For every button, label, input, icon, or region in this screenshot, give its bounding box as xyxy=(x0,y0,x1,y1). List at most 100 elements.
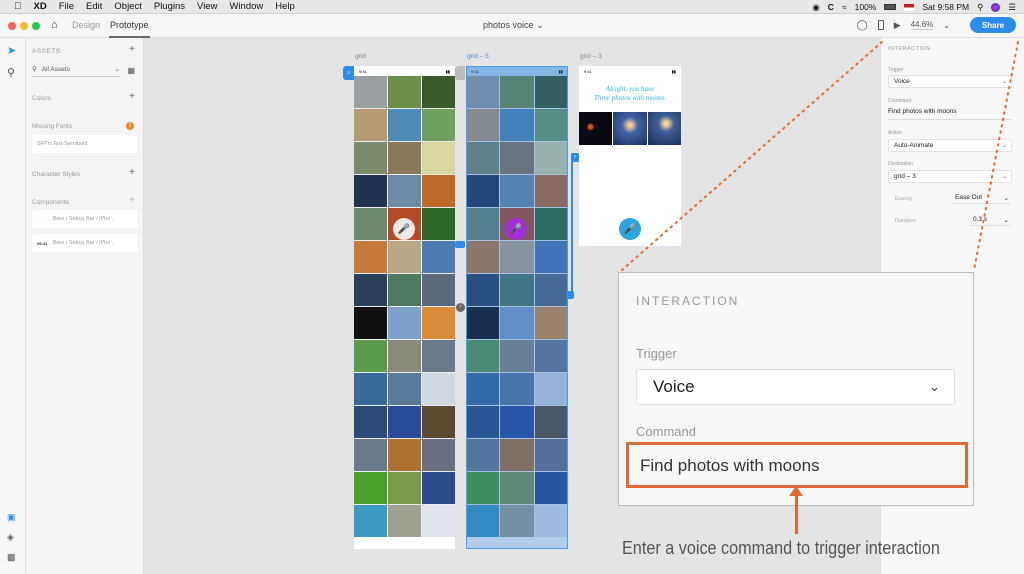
component-item[interactable]: - - Bars / Status Bar / iPho... xyxy=(32,210,137,228)
voice-mic-icon[interactable]: 🎤 xyxy=(619,218,641,240)
artboard-label-grid-3[interactable]: grid – 3 xyxy=(580,53,602,60)
user-test-icon[interactable]: ◯ xyxy=(856,20,867,31)
photo-thumbnail[interactable] xyxy=(354,373,387,405)
trigger-select[interactable]: Voice ⌄ xyxy=(888,75,1012,88)
menu-file[interactable]: File xyxy=(59,1,74,12)
voice-trigger-mic-icon[interactable]: 🎤 xyxy=(393,218,415,240)
moon-photo[interactable] xyxy=(647,112,681,145)
menu-window[interactable]: Window xyxy=(229,1,263,12)
photo-thumbnail[interactable] xyxy=(388,109,421,141)
assets-panel-icon[interactable]: ▣ xyxy=(7,512,16,523)
siri-icon[interactable] xyxy=(991,2,1001,12)
moon-photo[interactable] xyxy=(579,112,613,145)
photo-thumbnail[interactable] xyxy=(388,241,421,273)
duration-select[interactable]: 0.3 s ⌄ xyxy=(969,215,1011,226)
add-character-style-button[interactable]: + xyxy=(129,167,135,178)
voice-trigger-mic-icon[interactable]: 🎤 xyxy=(505,218,527,240)
photo-thumbnail[interactable] xyxy=(388,439,421,471)
easing-select[interactable]: Ease Out ⌄ xyxy=(953,193,1011,204)
close-window-button[interactable] xyxy=(8,22,16,30)
creative-cloud-icon[interactable]: ◉ xyxy=(812,2,819,13)
warning-icon[interactable]: ! xyxy=(126,122,134,130)
photo-thumbnail[interactable] xyxy=(388,76,421,108)
wifi-icon[interactable]: ≈ xyxy=(842,2,847,12)
photo-thumbnail[interactable] xyxy=(422,340,455,372)
apple-menu-icon[interactable]:  xyxy=(14,1,22,12)
wire-end-handle[interactable]: › xyxy=(456,303,465,312)
menu-edit[interactable]: Edit xyxy=(86,1,102,12)
zoom-chevron-icon[interactable]: ⌄ xyxy=(943,21,950,30)
command-input[interactable]: Find photos with moons xyxy=(888,108,1012,120)
c-app-icon[interactable]: C xyxy=(828,2,834,12)
menu-object[interactable]: Object xyxy=(114,1,141,12)
photo-thumbnail[interactable] xyxy=(388,373,421,405)
menu-help[interactable]: Help xyxy=(275,1,295,12)
photo-thumbnail[interactable] xyxy=(422,175,455,207)
photo-thumbnail[interactable] xyxy=(388,175,421,207)
photo-thumbnail[interactable] xyxy=(388,340,421,372)
photo-thumbnail[interactable] xyxy=(354,274,387,306)
zoom-level[interactable]: 44.6% xyxy=(910,20,934,30)
clock[interactable]: Sat 9:58 PM xyxy=(922,2,969,12)
battery-status[interactable]: 100% xyxy=(855,2,877,12)
play-preview-icon[interactable]: ▶ xyxy=(894,20,901,31)
home-artboard-badge-inactive[interactable] xyxy=(455,66,465,80)
device-preview-icon[interactable] xyxy=(877,20,884,30)
photo-thumbnail[interactable] xyxy=(354,307,387,339)
artboard-grid-3[interactable]: 9:41 ▮▮ Alright, you have Three photos wi… xyxy=(579,66,681,246)
layers-panel-icon[interactable]: ◈ xyxy=(7,532,14,543)
maximize-window-button[interactable] xyxy=(32,22,40,30)
home-icon[interactable]: ⌂ xyxy=(51,19,58,31)
photo-thumbnail[interactable] xyxy=(388,406,421,438)
add-component-button[interactable]: + xyxy=(129,195,135,206)
menu-view[interactable]: View xyxy=(197,1,217,12)
artboard-grid[interactable]: 9:41 ▮▮ 🎤 xyxy=(354,66,455,549)
add-color-button[interactable]: + xyxy=(129,91,135,102)
photo-thumbnail[interactable] xyxy=(388,142,421,174)
photo-thumbnail[interactable] xyxy=(422,208,455,240)
plugins-panel-icon[interactable]: ▩ xyxy=(7,552,16,563)
action-select[interactable]: Auto-Animate ⌄ xyxy=(888,139,1012,152)
tab-prototype[interactable]: Prototype xyxy=(109,20,150,38)
photo-thumbnail[interactable] xyxy=(354,241,387,273)
artboard-label-grid[interactable]: grid xyxy=(355,53,366,60)
connector-arrow-handle[interactable]: › xyxy=(571,153,579,162)
photo-thumbnail[interactable] xyxy=(422,373,455,405)
photo-thumbnail[interactable] xyxy=(388,472,421,504)
photo-thumbnail[interactable] xyxy=(422,307,455,339)
photo-thumbnail[interactable] xyxy=(354,76,387,108)
destination-select[interactable]: grid – 3 ⌄ xyxy=(888,170,1012,183)
photo-thumbnail[interactable] xyxy=(422,406,455,438)
photo-thumbnail[interactable] xyxy=(422,472,455,504)
document-title[interactable]: photos voice ⌄ xyxy=(483,20,544,31)
menu-plugins[interactable]: Plugins xyxy=(154,1,185,12)
grid-view-icon[interactable]: ▦ xyxy=(127,66,135,75)
moon-photo[interactable] xyxy=(613,112,647,145)
callout-trigger-select[interactable]: Voice ⌄ xyxy=(636,369,955,405)
missing-font-item[interactable]: SFProText-Semibold xyxy=(32,135,137,153)
spotlight-search-icon[interactable]: ⚲ xyxy=(977,2,983,13)
photo-thumbnail[interactable] xyxy=(388,307,421,339)
photo-thumbnail[interactable] xyxy=(422,109,455,141)
minimize-window-button[interactable] xyxy=(20,22,28,30)
component-item[interactable]: 09:41 Bars / Status Bar / iPho... xyxy=(32,234,137,252)
flag-icon[interactable] xyxy=(904,3,915,11)
artboard-label-grid-5[interactable]: grid – 5 xyxy=(467,53,489,60)
photo-thumbnail[interactable] xyxy=(354,142,387,174)
photo-thumbnail[interactable] xyxy=(388,274,421,306)
photo-thumbnail[interactable] xyxy=(354,505,387,537)
photo-thumbnail[interactable] xyxy=(422,505,455,537)
photo-thumbnail[interactable] xyxy=(354,439,387,471)
artboard-grid-5[interactable]: 9:41 ▮▮ 🎤 xyxy=(466,66,568,549)
add-asset-button[interactable]: + xyxy=(129,44,135,55)
menu-app[interactable]: XD xyxy=(34,1,47,12)
photo-thumbnail[interactable] xyxy=(422,241,455,273)
photo-thumbnail[interactable] xyxy=(422,274,455,306)
wire-handle[interactable] xyxy=(455,241,465,248)
photo-thumbnail[interactable] xyxy=(354,208,387,240)
share-button[interactable]: Share xyxy=(970,17,1016,33)
home-artboard-badge[interactable]: ⌂ xyxy=(343,66,354,80)
photo-thumbnail[interactable] xyxy=(388,505,421,537)
photo-thumbnail[interactable] xyxy=(422,439,455,471)
tab-design[interactable]: Design xyxy=(72,20,100,30)
